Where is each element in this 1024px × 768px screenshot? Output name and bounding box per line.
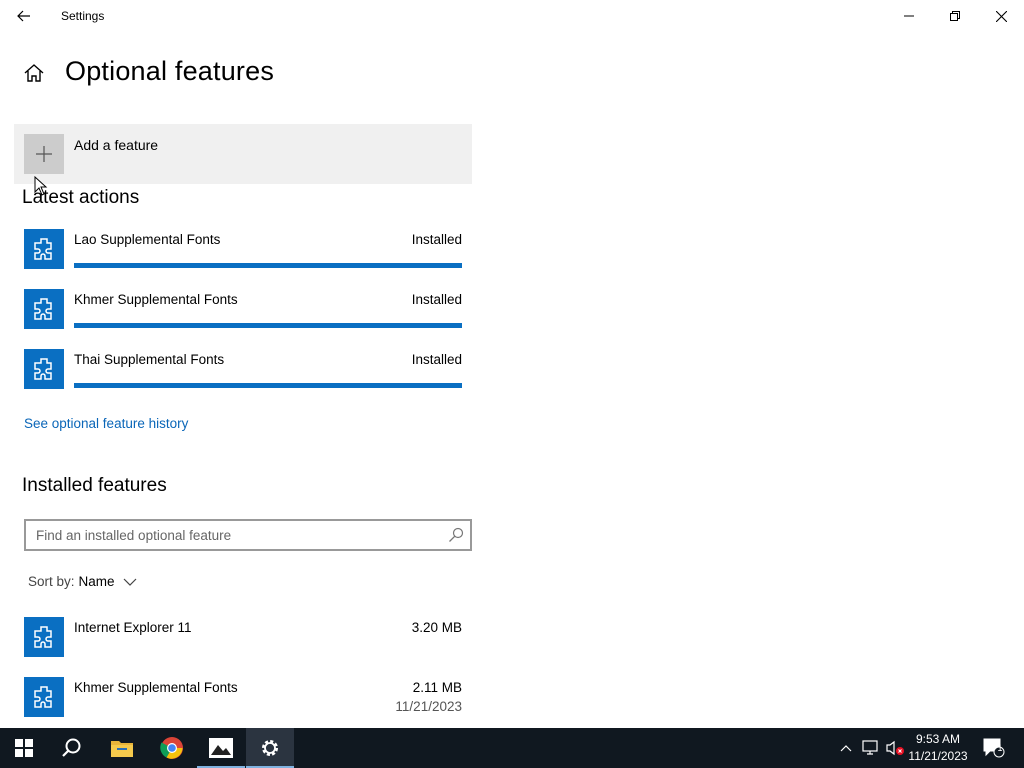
home-button[interactable] [22, 61, 46, 85]
latest-action-item[interactable]: Khmer Supplemental Fonts Installed [24, 289, 464, 339]
add-feature-button[interactable]: Add a feature [14, 124, 472, 184]
clock-time: 9:53 AM [915, 732, 961, 746]
chrome-taskbar-button[interactable] [148, 728, 196, 768]
feature-name: Khmer Supplemental Fonts [74, 292, 238, 307]
feature-status: Installed [411, 352, 462, 367]
back-button[interactable] [8, 2, 40, 30]
folder-icon [111, 741, 133, 757]
feature-name: Thai Supplemental Fonts [74, 352, 225, 367]
chevron-up-icon [840, 745, 852, 752]
volume-muted-icon [886, 740, 904, 756]
start-button[interactable] [0, 728, 48, 768]
chrome-icon [160, 737, 183, 759]
back-arrow-icon [17, 10, 30, 22]
mouse-cursor-icon [34, 176, 48, 196]
minimize-icon [904, 15, 914, 17]
feature-status: Installed [411, 232, 462, 247]
settings-window: Settings Optional features Add a feature… [0, 0, 1024, 728]
install-progress-bar [74, 263, 462, 268]
minimize-button[interactable] [886, 0, 932, 32]
puzzle-icon [24, 289, 64, 329]
restore-icon [950, 11, 960, 21]
sort-value: Name [78, 574, 115, 589]
photos-icon [209, 738, 233, 758]
feature-name: Khmer Supplemental Fonts [74, 680, 238, 695]
search-icon[interactable] [448, 527, 464, 543]
gear-icon [262, 740, 278, 756]
network-tray-button[interactable] [861, 738, 881, 758]
feature-size: 2.11 MB [412, 680, 462, 695]
file-explorer-taskbar-button[interactable] [98, 728, 146, 768]
search-icon [62, 738, 81, 757]
taskbar-clock[interactable]: 9:53 AM 11/21/2023 [904, 731, 972, 765]
installed-feature-item[interactable]: Khmer Supplemental Fonts 2.11 MB 11/21/2… [24, 677, 464, 727]
restore-button[interactable] [932, 0, 978, 32]
add-feature-label: Add a feature [74, 137, 159, 153]
progress-fill [74, 263, 462, 268]
puzzle-icon [24, 349, 64, 389]
installed-features-heading: Installed features [22, 475, 167, 496]
install-progress-bar [74, 383, 462, 388]
sort-label: Sort by: [28, 574, 75, 589]
progress-fill [74, 383, 462, 388]
photos-taskbar-button[interactable] [197, 728, 245, 768]
latest-action-item[interactable]: Thai Supplemental Fonts Installed [24, 349, 464, 399]
home-icon [24, 64, 44, 82]
show-hidden-icons-button[interactable] [838, 738, 854, 758]
feature-name: Internet Explorer 11 [74, 620, 192, 635]
page-title: Optional features [65, 56, 275, 86]
clock-date: 11/21/2023 [908, 749, 968, 763]
install-progress-bar [74, 323, 462, 328]
puzzle-icon [24, 677, 64, 717]
action-center-button[interactable]: 1 [982, 738, 1006, 758]
close-icon [995, 10, 1007, 22]
close-button[interactable] [978, 0, 1024, 32]
feature-size: 3.20 MB [411, 620, 462, 635]
puzzle-icon [24, 617, 64, 657]
search-input[interactable] [36, 526, 436, 544]
feature-name: Lao Supplemental Fonts [74, 232, 221, 247]
settings-taskbar-button[interactable] [246, 728, 294, 768]
network-icon [862, 740, 878, 755]
taskbar: 9:53 AM 11/21/2023 1 [0, 728, 1024, 768]
feature-status: Installed [411, 292, 462, 307]
installed-feature-search [24, 519, 472, 551]
feature-date: 11/21/2023 [395, 699, 462, 714]
feature-history-link[interactable]: See optional feature history [24, 416, 188, 431]
volume-tray-button[interactable] [884, 738, 906, 758]
title-bar: Settings [0, 0, 1024, 32]
progress-fill [74, 323, 462, 328]
installed-feature-item[interactable]: Internet Explorer 11 3.20 MB [24, 617, 464, 667]
windows-logo-icon [15, 739, 33, 757]
window-title: Settings [61, 9, 105, 23]
taskbar-search-button[interactable] [48, 728, 96, 768]
notification-count: 1 [997, 743, 1003, 753]
latest-action-item[interactable]: Lao Supplemental Fonts Installed [24, 229, 464, 279]
puzzle-icon [24, 229, 64, 269]
sort-dropdown[interactable]: Sort by: Name [28, 574, 137, 589]
chevron-down-icon [123, 578, 136, 586]
plus-icon [24, 134, 64, 174]
